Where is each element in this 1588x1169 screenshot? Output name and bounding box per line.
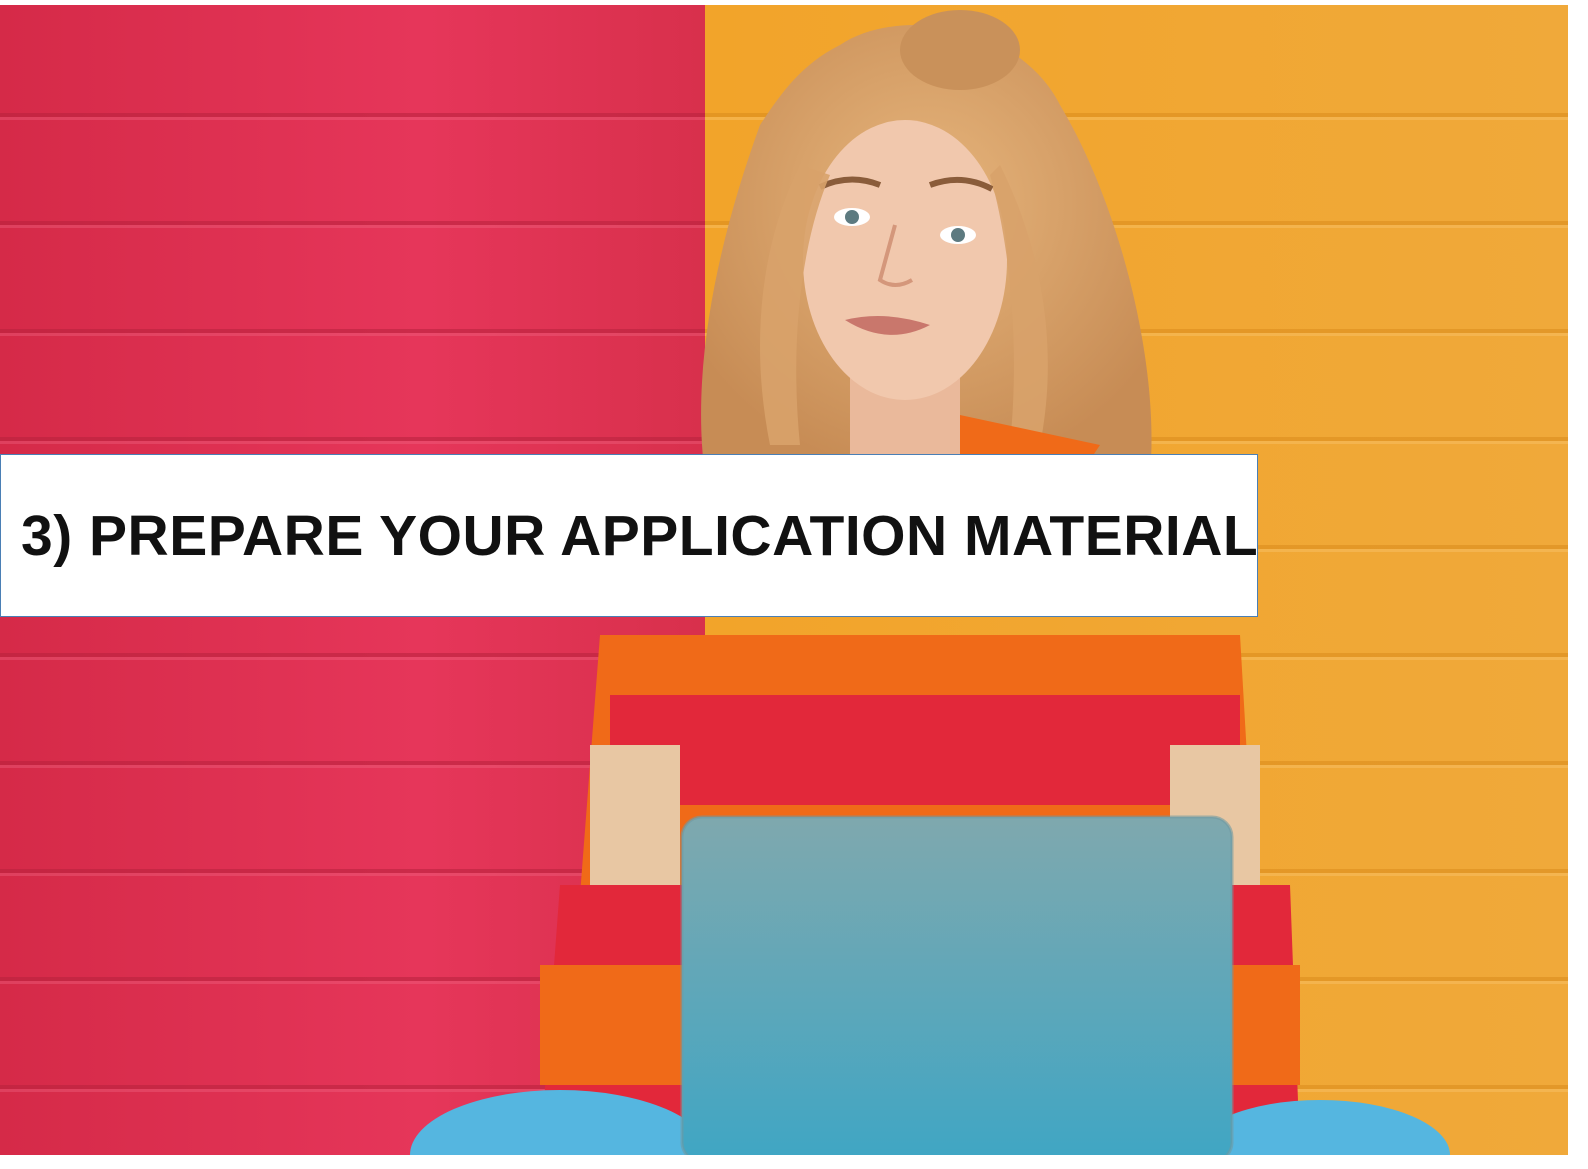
slide-title: 3) PREPARE YOUR APPLICATION MATERIAL — [21, 503, 1259, 568]
title-box: 3) PREPARE YOUR APPLICATION MATERIAL — [0, 454, 1258, 617]
slide: 3) PREPARE YOUR APPLICATION MATERIAL — [0, 0, 1588, 1169]
